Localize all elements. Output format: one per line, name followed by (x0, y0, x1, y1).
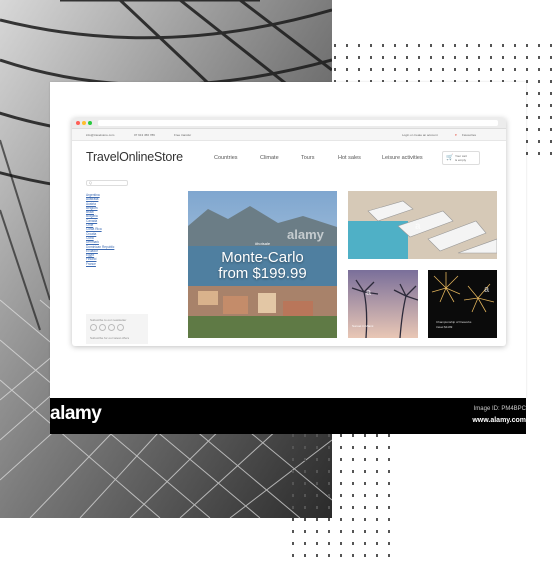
nav-leisure-activities[interactable]: Leisure activities (382, 155, 423, 161)
nav-hot-sales[interactable]: Hot sales (338, 155, 361, 161)
email-link[interactable]: info@travelstore.com (86, 133, 114, 137)
social-icons (90, 324, 144, 331)
subscribe-note: Subscribe for our latest offers (90, 336, 130, 340)
country-link[interactable]: France (86, 262, 148, 266)
hero-tile-monte-carlo[interactable]: alamy #hotsale Monte-Carlo from $199.99 (188, 191, 337, 338)
cart-line2: is empty (455, 158, 467, 162)
subscribe-box: Subscribe to our newsletter Subscribe fo… (86, 314, 148, 344)
browser-window: info@travelstore.com 07 913 456 789 Free… (72, 118, 506, 346)
favourites-link[interactable]: Favourites (462, 133, 476, 137)
minimize-dot-icon[interactable] (82, 121, 86, 125)
phone-link[interactable]: 07 913 456 789 (134, 133, 155, 137)
sidebar: Q Argentina Australia Austria Belgium Br… (86, 180, 148, 266)
social-icon[interactable] (99, 324, 106, 331)
login-link[interactable]: Login or create an account (402, 133, 438, 137)
nav-climate[interactable]: Climate (260, 155, 279, 161)
tile-fireworks-line2: travel $1199 (436, 325, 453, 329)
address-bar[interactable] (98, 120, 498, 126)
hero-tag: #hotsale (254, 241, 271, 246)
heart-icon[interactable]: ♥ (455, 133, 457, 137)
top-info-bar: info@travelstore.com 07 913 456 789 Free… (72, 129, 506, 141)
social-icon[interactable] (90, 324, 97, 331)
tile-palms-label: Sunset in Miami (352, 324, 374, 328)
image-id: Image ID: PM4BPC (473, 406, 526, 412)
site-logo[interactable]: TravelOnlineStore (86, 150, 183, 164)
subscribe-title: Subscribe to our newsletter (90, 318, 127, 322)
maximize-dot-icon[interactable] (88, 121, 92, 125)
tile-palms[interactable]: a Sunset in Miami (348, 270, 418, 338)
alamy-watermark: a (415, 221, 421, 232)
alamy-watermark: a (484, 284, 490, 294)
alamy-logo: alamy (50, 403, 102, 424)
close-dot-icon[interactable] (76, 121, 80, 125)
delivery-link[interactable]: Free transfer (174, 133, 191, 137)
alamy-watermark: a (366, 287, 372, 297)
tile-fireworks[interactable]: a Championship of fireworks travel $1199 (428, 270, 497, 338)
sidebar-search-input[interactable]: Q (86, 180, 128, 186)
alamy-watermark: alamy (287, 227, 324, 242)
social-icon[interactable] (117, 324, 124, 331)
tile-fireworks-line1: Championship of fireworks (436, 320, 472, 324)
nav-tours[interactable]: Tours (301, 155, 314, 161)
social-icon[interactable] (108, 324, 115, 331)
watermark-banner (50, 398, 526, 434)
hero-price: from $199.99 (218, 265, 307, 282)
alamy-site: www.alamy.com (472, 417, 526, 424)
tile-pool[interactable]: a (348, 191, 497, 259)
hero-title: Monte-Carlo (221, 249, 304, 266)
dot-pattern (288, 430, 398, 566)
country-list: Argentina Australia Austria Belgium Braz… (86, 193, 148, 266)
cart-button[interactable]: 🛒 Your cart is empty (442, 151, 480, 165)
browser-chrome (72, 118, 506, 129)
mockup-card: info@travelstore.com 07 913 456 789 Free… (50, 82, 526, 398)
nav-countries[interactable]: Countries (214, 155, 238, 161)
cart-icon: 🛒 (446, 155, 454, 161)
